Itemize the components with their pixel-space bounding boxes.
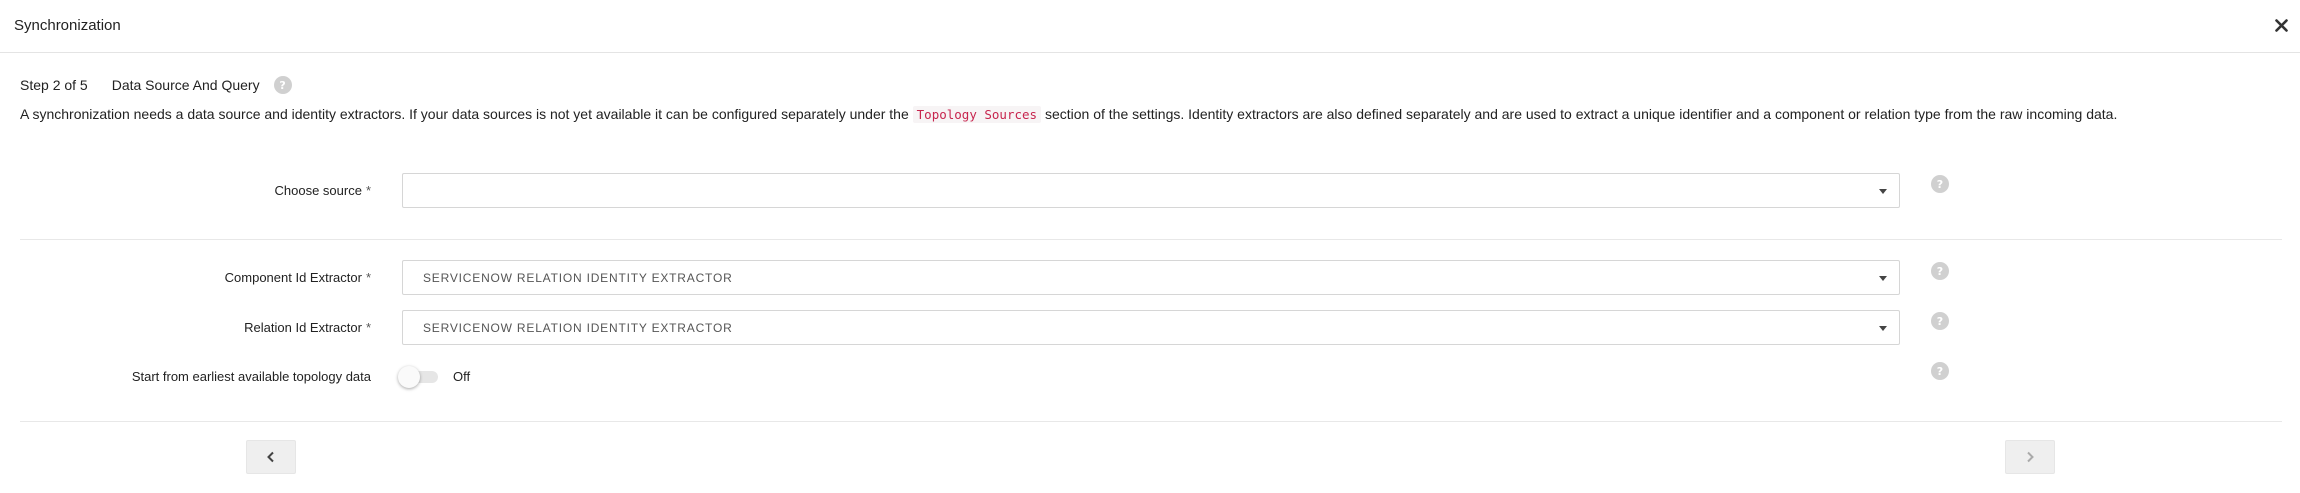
previous-step-button[interactable] [246,440,296,474]
relation-extractor-label: Relation Id Extractor * [244,320,371,335]
relation-extractor-label-text: Relation Id Extractor [244,320,362,335]
chevron-down-icon [1879,189,1887,194]
help-icon[interactable]: ? [273,76,292,94]
relation-extractor-select[interactable]: SERVICENOW RELATION IDENTITY EXTRACTOR [402,310,1900,345]
earliest-data-label: Start from earliest available topology d… [131,369,371,384]
chevron-left-icon [267,451,274,463]
help-icon[interactable]: ? [1931,362,1949,380]
choose-source-label-text: Choose source [274,183,362,198]
step-description: A synchronization needs a data source an… [20,103,2285,126]
help-icon[interactable]: ? [1931,175,1949,193]
description-text-continued: section of the settings. Identity extrac… [1041,106,2118,122]
step-title: Data Source And Query [111,77,260,93]
component-extractor-select[interactable]: SERVICENOW RELATION IDENTITY EXTRACTOR [402,260,1900,295]
description-text: A synchronization needs a data source an… [20,106,913,122]
relation-extractor-value: SERVICENOW RELATION IDENTITY EXTRACTOR [423,321,733,335]
modal-title: Synchronization [14,17,121,34]
choose-source-select[interactable] [402,173,1900,208]
step-indicator: Step 2 of 5 [20,77,88,93]
required-marker: * [365,183,371,198]
component-extractor-label: Component Id Extractor * [225,270,371,285]
section-divider [20,239,2282,240]
choose-source-label: Choose source * [274,183,371,198]
chevron-right-icon [2027,451,2034,463]
help-icon[interactable]: ? [1931,262,1949,280]
required-marker: * [365,270,371,285]
modal-header: Synchronization [0,0,2300,53]
topology-sources-link: Topology Sources [912,106,1042,123]
earliest-data-toggle[interactable] [398,366,442,388]
toggle-knob [398,366,420,388]
toggle-state-label: Off [453,369,471,384]
close-icon [2274,18,2288,32]
help-icon[interactable]: ? [1931,312,1949,330]
component-extractor-value: SERVICENOW RELATION IDENTITY EXTRACTOR [423,271,733,285]
step-header: Step 2 of 5 Data Source And Query ? [20,75,292,95]
required-marker: * [365,320,371,335]
chevron-down-icon [1879,326,1887,331]
component-extractor-label-text: Component Id Extractor [224,270,362,285]
chevron-down-icon [1879,276,1887,281]
close-button[interactable] [2270,14,2292,36]
next-step-button[interactable] [2005,440,2055,474]
footer-divider [20,421,2282,422]
